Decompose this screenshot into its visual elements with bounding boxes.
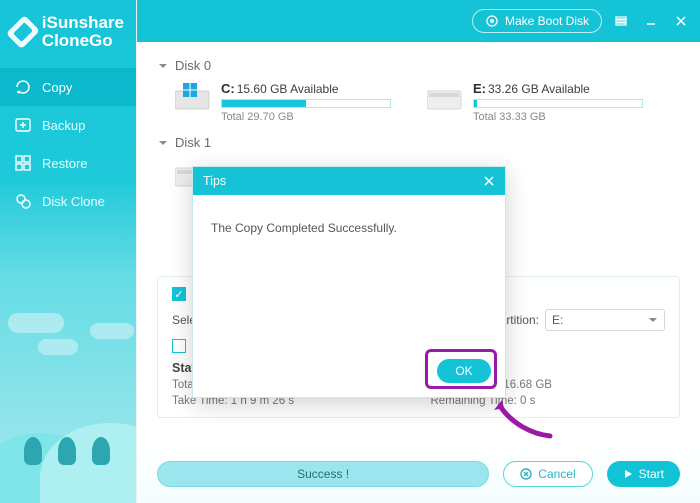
backup-icon — [14, 116, 32, 134]
partition-c-total: Total 29.70 GB — [221, 111, 391, 123]
play-icon — [623, 469, 633, 479]
partition-value: E: — [552, 313, 563, 327]
disk1-name: Disk 1 — [175, 135, 211, 150]
checkbox-after[interactable] — [172, 339, 186, 353]
partition-select[interactable]: E: — [545, 309, 665, 331]
windows-drive-icon — [175, 83, 211, 111]
disk-clone-icon — [14, 192, 32, 210]
partition-e-total: Total 33.33 GB — [473, 111, 643, 123]
chevron-down-icon — [648, 315, 658, 325]
logo-icon — [6, 15, 40, 49]
make-boot-disk-button[interactable]: Make Boot Disk — [472, 9, 602, 33]
sidebar-item-backup[interactable]: Backup — [0, 106, 136, 144]
sidebar-item-restore[interactable]: Restore — [0, 144, 136, 182]
footer: Success ! Cancel Start — [137, 445, 700, 503]
partition-c[interactable]: C:15.60 GB Available Total 29.70 GB — [175, 81, 391, 123]
start-label: Start — [639, 467, 664, 481]
dialog-message: The Copy Completed Successfully. — [193, 195, 505, 235]
titlebar: Make Boot Disk — [137, 0, 700, 42]
dialog-title: Tips — [203, 174, 226, 188]
disk0-name: Disk 0 — [175, 58, 211, 73]
copy-icon — [14, 78, 32, 96]
ok-label: OK — [455, 364, 472, 378]
dialog-close-icon[interactable] — [483, 175, 495, 187]
restore-icon — [14, 154, 32, 172]
disk-icon — [485, 14, 499, 28]
sidebar-item-label: Copy — [42, 80, 72, 95]
sidebar: iSunshare CloneGo Copy Backup Restore Di… — [0, 0, 136, 503]
settings-icon[interactable] — [610, 10, 632, 32]
close-icon[interactable] — [670, 10, 692, 32]
partition-e-label: E:33.26 GB Available — [473, 81, 643, 96]
disk1-header[interactable]: Disk 1 — [157, 135, 680, 150]
dialog-titlebar: Tips — [193, 167, 505, 195]
sidebar-item-disk-clone[interactable]: Disk Clone — [0, 182, 136, 220]
cancel-button[interactable]: Cancel — [503, 461, 592, 487]
sidebar-item-label: Restore — [42, 156, 88, 171]
progress-bar: Success ! — [157, 461, 489, 487]
sidebar-item-label: Disk Clone — [42, 194, 105, 209]
progress-label: Success ! — [297, 467, 349, 481]
ok-button[interactable]: OK — [437, 359, 491, 383]
app-name-2: CloneGo — [42, 32, 124, 50]
app-logo: iSunshare CloneGo — [0, 0, 136, 68]
chevron-down-icon — [157, 137, 169, 149]
checkbox-set[interactable]: ✓ — [172, 287, 186, 301]
partition-e[interactable]: E:33.26 GB Available Total 33.33 GB — [427, 81, 643, 123]
partition-e-usage — [473, 99, 643, 108]
app-name-1: iSunshare — [42, 14, 124, 32]
tips-dialog: Tips The Copy Completed Successfully. OK — [192, 166, 506, 398]
chevron-down-icon — [157, 60, 169, 72]
disk0-header[interactable]: Disk 0 — [157, 58, 680, 73]
drive-icon — [427, 83, 463, 111]
sidebar-item-copy[interactable]: Copy — [0, 68, 136, 106]
disk0-partitions: C:15.60 GB Available Total 29.70 GB E:33… — [175, 81, 680, 123]
cancel-icon — [520, 468, 532, 480]
minimize-icon[interactable] — [640, 10, 662, 32]
start-button[interactable]: Start — [607, 461, 680, 487]
partition-c-label: C:15.60 GB Available — [221, 81, 391, 96]
make-boot-label: Make Boot Disk — [505, 14, 589, 28]
sidebar-item-label: Backup — [42, 118, 85, 133]
partition-c-usage — [221, 99, 391, 108]
cancel-label: Cancel — [538, 467, 575, 481]
sidebar-scenery — [0, 303, 136, 503]
